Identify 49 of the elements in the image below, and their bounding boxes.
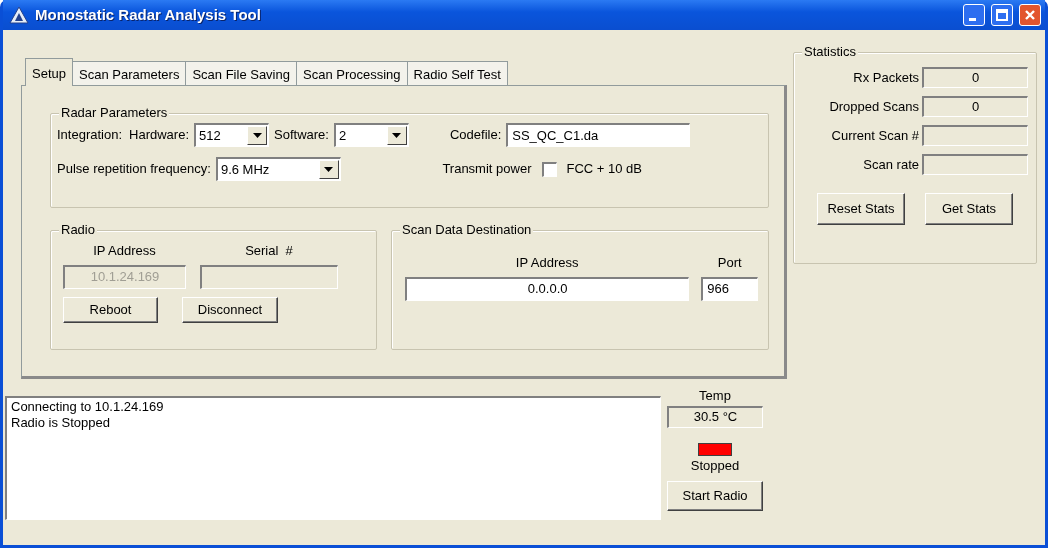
temperature-display: 30.5 °C (667, 405, 763, 428)
field-label: Pulse repetition frequency: (57, 160, 211, 179)
stats-button[interactable]: Reset Stats (817, 193, 905, 225)
ip-address-field[interactable]: 0.0.0.0 (405, 276, 690, 301)
stat-label: Current Scan # (831, 126, 919, 145)
stat-field: 0 (922, 67, 1028, 88)
field-label: Codefile: (449, 126, 502, 145)
tab[interactable]: Scan Processing (296, 61, 408, 85)
tab[interactable]: Scan Parameters (72, 61, 187, 85)
action-button[interactable]: Disconnect (182, 296, 278, 323)
stat-label: Dropped Scans (829, 97, 919, 116)
status-label: Stopped (690, 456, 740, 475)
window-title: Monostatic Radar Analysis Tool (35, 4, 262, 25)
field-label: Transmit power (442, 160, 532, 179)
field-label: IP Address (515, 254, 579, 272)
minimize-button[interactable] (963, 4, 985, 26)
fcc-checkbox[interactable] (542, 161, 558, 177)
log-line: Radio is Stopped (11, 415, 111, 431)
checkbox-label: FCC + 10 dB (566, 160, 642, 179)
log-line: Connecting to 10.1.24.169 (11, 399, 165, 415)
maximize-icon (996, 9, 1008, 21)
tab[interactable]: Scan File Saving (185, 61, 297, 85)
stat-label: Scan rate (863, 155, 919, 174)
start-button[interactable]: Start Radio (667, 481, 763, 511)
close-icon (1024, 9, 1036, 21)
stat-label: Rx Packets (853, 68, 919, 87)
frequency-dropdown[interactable]: 9.6 MHz (215, 157, 341, 181)
field-label: IP Address (93, 242, 156, 260)
field-label: Hardware: (129, 126, 189, 145)
stats-button[interactable]: Get Stats (925, 193, 1013, 225)
stat-field: 0 (922, 96, 1028, 117)
field-label: Serial # (245, 242, 293, 260)
tab[interactable]: Setup (25, 58, 73, 86)
temperature-label: Temp (699, 387, 731, 405)
app-icon (9, 6, 29, 24)
action-button[interactable]: Reboot (63, 296, 158, 323)
caret-icon (324, 167, 334, 172)
field-label: Port (717, 254, 742, 272)
close-button[interactable] (1019, 4, 1041, 26)
caret-icon (392, 133, 402, 138)
field-label: Integration: (57, 126, 123, 145)
tab[interactable]: Radio Self Test (406, 61, 508, 85)
caret-icon (252, 133, 262, 138)
minimize-icon (968, 17, 976, 21)
field-label: Software: (274, 126, 329, 145)
port-field[interactable]: 966 (701, 276, 758, 301)
software-dropdown[interactable]: 2 (333, 123, 409, 147)
hardware-dropdown[interactable]: 512 (194, 123, 269, 147)
maximize-button[interactable] (991, 4, 1013, 26)
